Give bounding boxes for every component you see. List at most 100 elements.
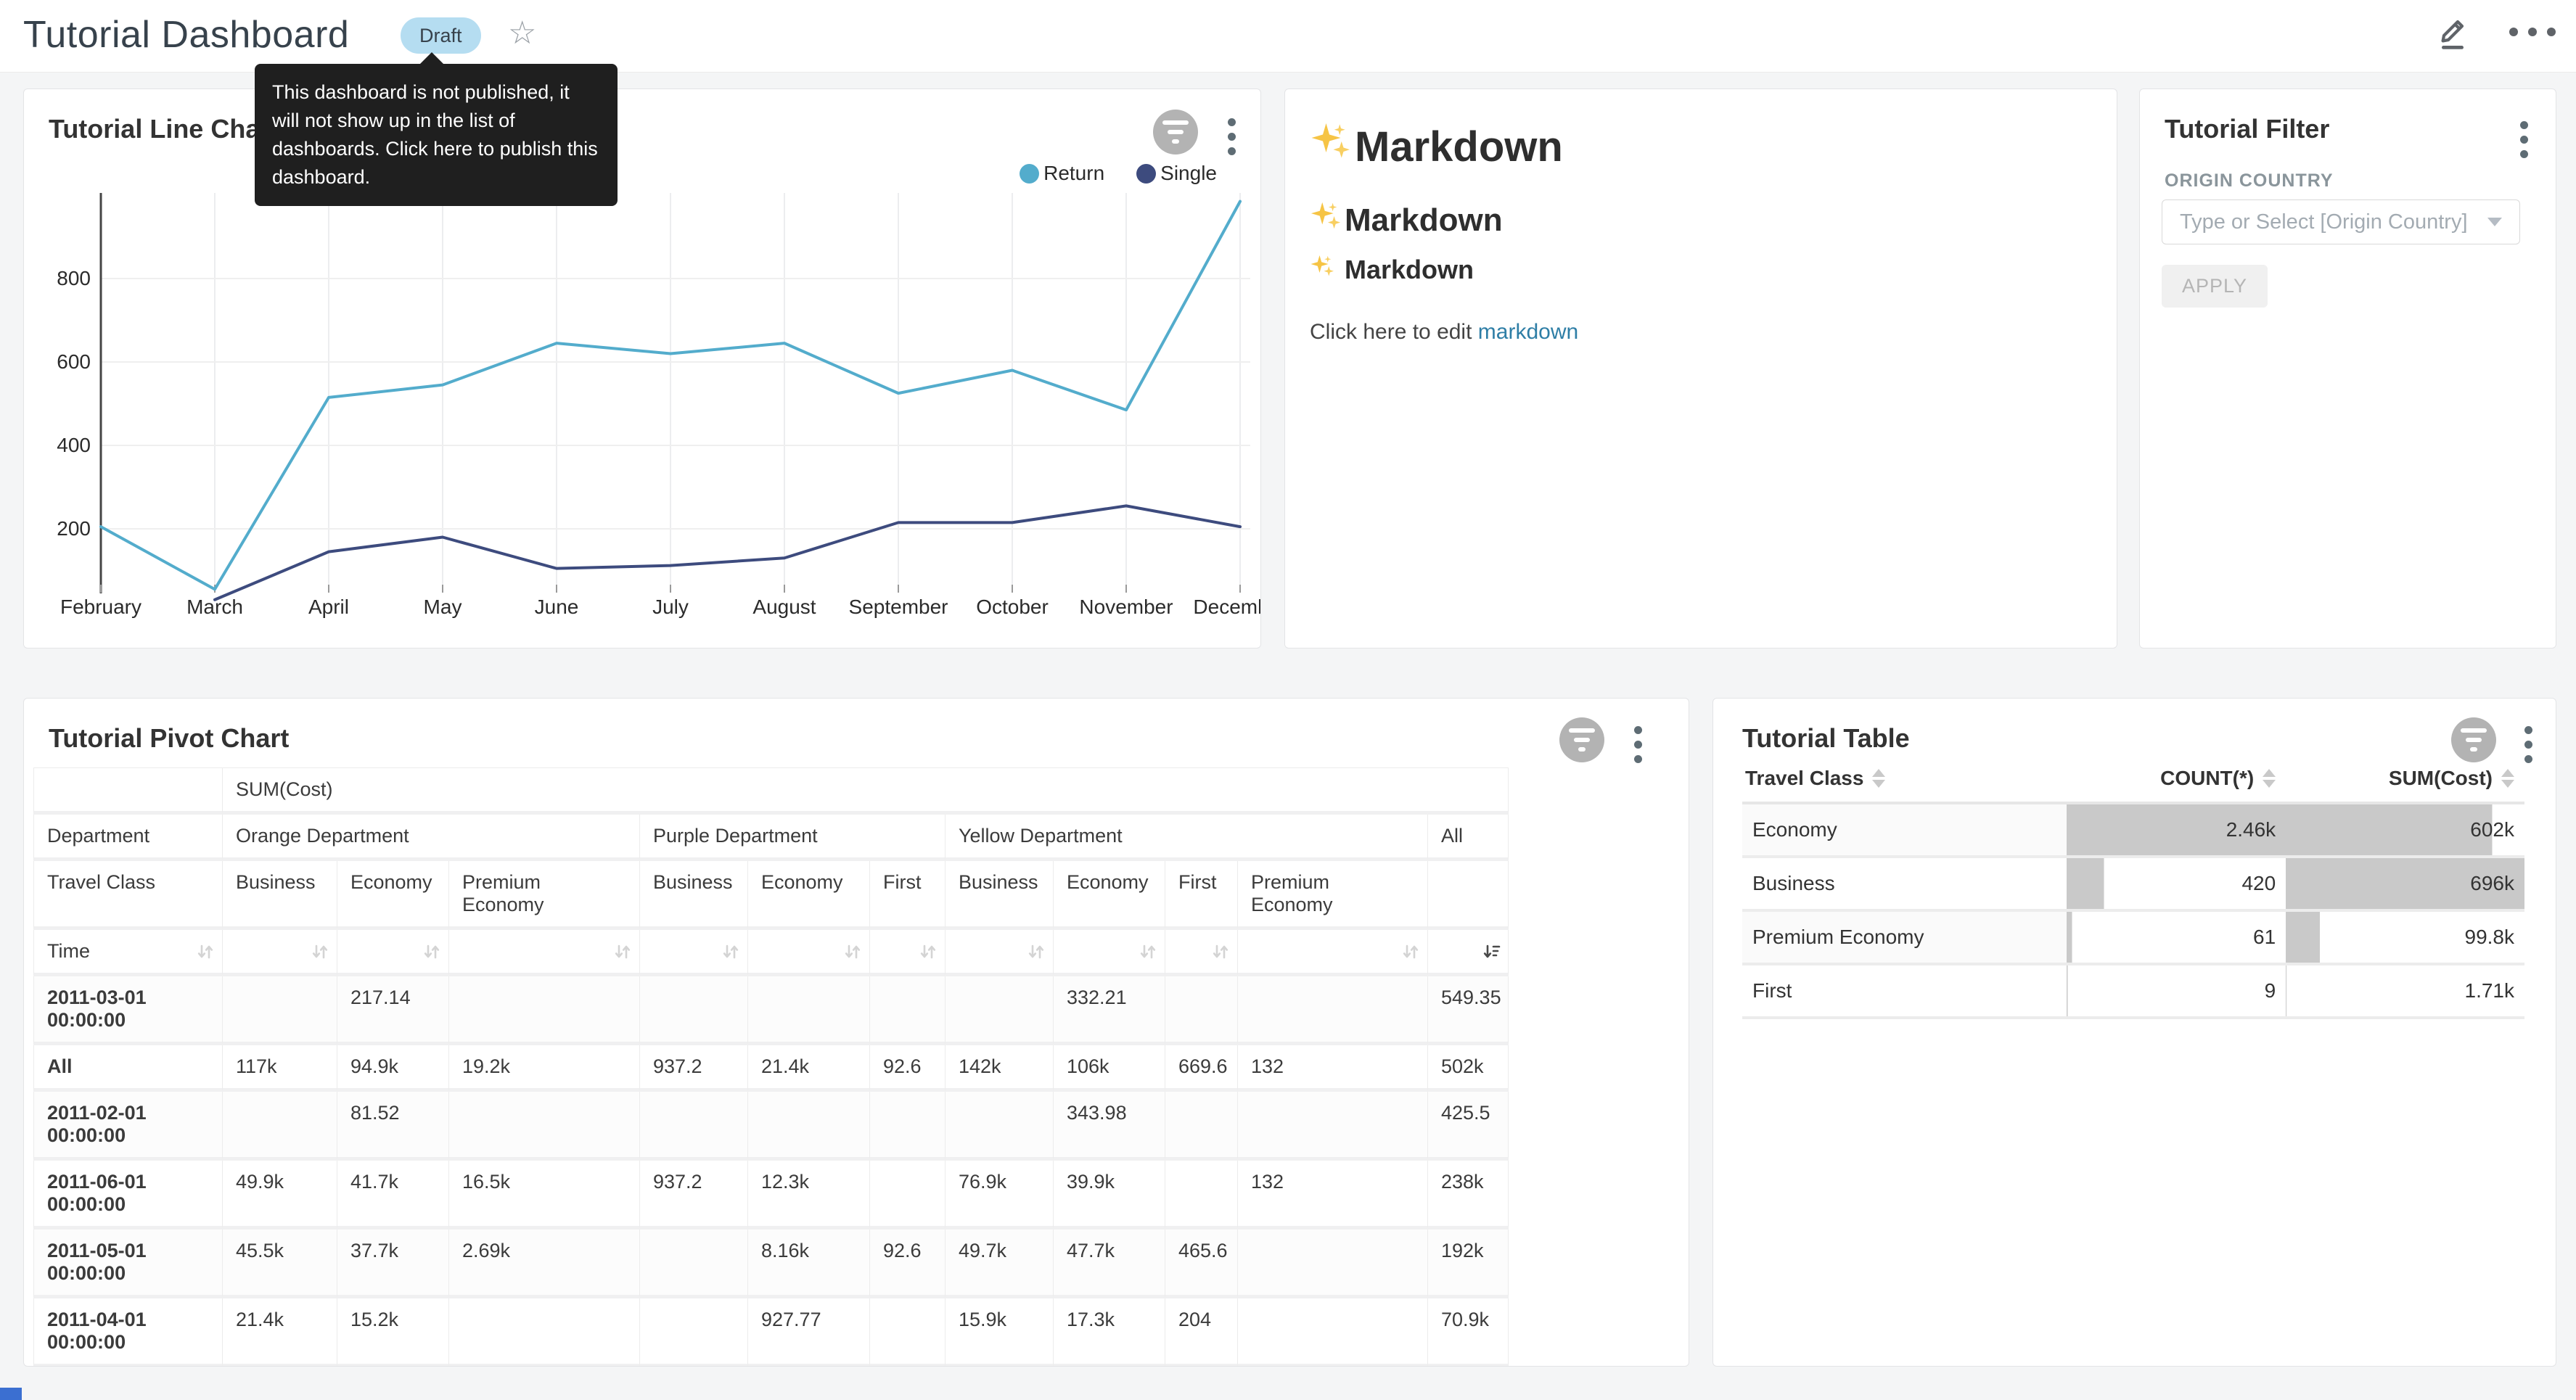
sort-icon[interactable]: [421, 941, 443, 963]
cell-count: 9: [2067, 965, 2286, 1019]
pivot-cell: 17.3k: [1054, 1298, 1165, 1367]
pivot-sort-header: [946, 930, 1054, 976]
table-row: 2011-03-01 00:00:00217.14332.21549.35: [33, 976, 1509, 1045]
pivot-sort-header: [449, 930, 640, 976]
sparkles-icon: [1310, 199, 1343, 241]
line-chart-canvas[interactable]: 200400600800FebruaryMarchAprilMayJuneJul…: [24, 89, 1261, 648]
pivot-cell: 49.7k: [946, 1230, 1054, 1298]
sort-icon[interactable]: [1400, 941, 1422, 963]
sort-icon[interactable]: [842, 941, 864, 963]
sort-icon[interactable]: [1025, 941, 1047, 963]
pivot-group-header: Yellow Department: [946, 815, 1428, 861]
table-row: Economy2.46k602k: [1742, 804, 2524, 858]
draft-badge[interactable]: Draft: [401, 17, 481, 54]
markdown-h2: Markdown: [1310, 199, 1503, 241]
table-row: 2011-04-01 00:00:0021.4k15.2k927.7715.9k…: [33, 1298, 1509, 1367]
markdown-h3: Markdown: [1310, 253, 1474, 286]
pivot-cell: 132: [1238, 1045, 1428, 1092]
sort-icon[interactable]: [1137, 941, 1159, 963]
markdown-h1: Markdown: [1310, 120, 1563, 173]
pivot-cell: [223, 976, 337, 1045]
filter-indicator-icon[interactable]: [1559, 717, 1604, 762]
pivot-corner-cell: [33, 767, 223, 815]
select-placeholder: Type or Select [Origin Country]: [2180, 210, 2487, 234]
pivot-cell: [1165, 1092, 1238, 1161]
pivot-cell: 12.3k: [748, 1161, 870, 1230]
edit-pencil-icon[interactable]: [2434, 12, 2472, 52]
kebab-menu-icon[interactable]: [1631, 723, 1645, 766]
chevron-down-icon: [2487, 218, 2502, 226]
sort-icon[interactable]: [720, 941, 742, 963]
pivot-cell: [748, 976, 870, 1045]
pivot-measure-header: SUM(Cost): [223, 767, 1509, 815]
pivot-sort-header: [1054, 930, 1165, 976]
x-axis-label: April: [308, 596, 349, 618]
dashboard-header: Tutorial Dashboard Draft ☆: [0, 0, 2576, 73]
kebab-menu-icon[interactable]: [2517, 118, 2531, 161]
pivot-cell: [223, 1092, 337, 1161]
pivot-cell: 47.7k: [1054, 1230, 1165, 1298]
pivot-chart-card: Tutorial Pivot Chart SUM(Cost)Department…: [23, 698, 1689, 1367]
pivot-cell: 192k: [1428, 1230, 1509, 1298]
table-row: 2011-06-01 00:00:0049.9k41.7k16.5k937.21…: [33, 1161, 1509, 1230]
pivot-cell: 37.7k: [337, 1230, 449, 1298]
pivot-col-header: Premium Economy: [449, 861, 640, 930]
pivot-sort-header: [870, 930, 946, 976]
col-header-sum[interactable]: SUM(Cost): [2286, 755, 2524, 804]
pivot-cell: 937.2: [640, 1161, 748, 1230]
pivot-cell: 669.6: [1165, 1045, 1238, 1092]
table-title: Tutorial Table: [1742, 723, 1910, 754]
origin-country-select[interactable]: Type or Select [Origin Country]: [2162, 199, 2520, 244]
filter-card-title: Tutorial Filter: [2165, 114, 2329, 144]
y-axis-tick: 200: [57, 517, 91, 540]
pivot-row-header: 2011-04-01 00:00:00: [33, 1298, 223, 1367]
pivot-cell: [870, 1298, 946, 1367]
pivot-cell: [870, 1092, 946, 1161]
cell-sum: 696k: [2286, 858, 2524, 912]
filter-card: Tutorial Filter ORIGIN COUNTRY Type or S…: [2139, 88, 2556, 648]
markdown-edit-link[interactable]: markdown: [1478, 320, 1578, 344]
cell-sum: 99.8k: [2286, 912, 2524, 965]
sort-icon[interactable]: [612, 941, 633, 963]
sort-icon[interactable]: [917, 941, 939, 963]
more-ellipsis-icon[interactable]: [2509, 28, 2556, 36]
y-axis-tick: 400: [57, 434, 91, 456]
apply-button[interactable]: APPLY: [2162, 265, 2268, 308]
sort-icon[interactable]: [194, 941, 216, 963]
pivot-sort-header: [337, 930, 449, 976]
pivot-cell: 92.6: [870, 1045, 946, 1092]
pivot-cell: 70.9k: [1428, 1298, 1509, 1367]
pivot-table: SUM(Cost)DepartmentOrange DepartmentPurp…: [33, 767, 1518, 1367]
pivot-sort-header: [1238, 930, 1428, 976]
sort-icon[interactable]: [309, 941, 331, 963]
favorite-star-icon[interactable]: ☆: [508, 15, 536, 52]
cell-travel-class: Premium Economy: [1742, 912, 2067, 965]
pivot-cell: [946, 1092, 1054, 1161]
pivot-time-header: Time: [33, 930, 223, 976]
pivot-group-header: Purple Department: [640, 815, 946, 861]
pivot-col-header: Economy: [748, 861, 870, 930]
pivot-row1-label: Department: [33, 815, 223, 861]
sort-icon: [1872, 769, 1885, 788]
pivot-group-header: Orange Department: [223, 815, 640, 861]
pivot-cell: [449, 976, 640, 1045]
x-axis-label: June: [535, 596, 579, 618]
pivot-cell: 465.6: [1165, 1230, 1238, 1298]
pivot-cell: 94.9k: [337, 1045, 449, 1092]
sort-icon[interactable]: [1480, 941, 1502, 963]
pivot-cell: 343.98: [1054, 1092, 1165, 1161]
col-header-count[interactable]: COUNT(*): [2067, 755, 2286, 804]
pivot-row-header: 2011-06-01 00:00:00: [33, 1161, 223, 1230]
pivot-sort-header: [223, 930, 337, 976]
pivot-cell: 117k: [223, 1045, 337, 1092]
cell-sum: 1.71k: [2286, 965, 2524, 1019]
pivot-cell: 16.5k: [449, 1161, 640, 1230]
pivot-col-header: Business: [223, 861, 337, 930]
sort-icon[interactable]: [1210, 941, 1231, 963]
pivot-cell: [449, 1092, 640, 1161]
pivot-sort-header: [748, 930, 870, 976]
publish-tooltip: This dashboard is not published, it will…: [255, 64, 618, 206]
x-axis-label: September: [849, 596, 948, 618]
col-header-travel-class[interactable]: Travel Class: [1742, 755, 2067, 804]
x-axis-label: May: [424, 596, 462, 618]
